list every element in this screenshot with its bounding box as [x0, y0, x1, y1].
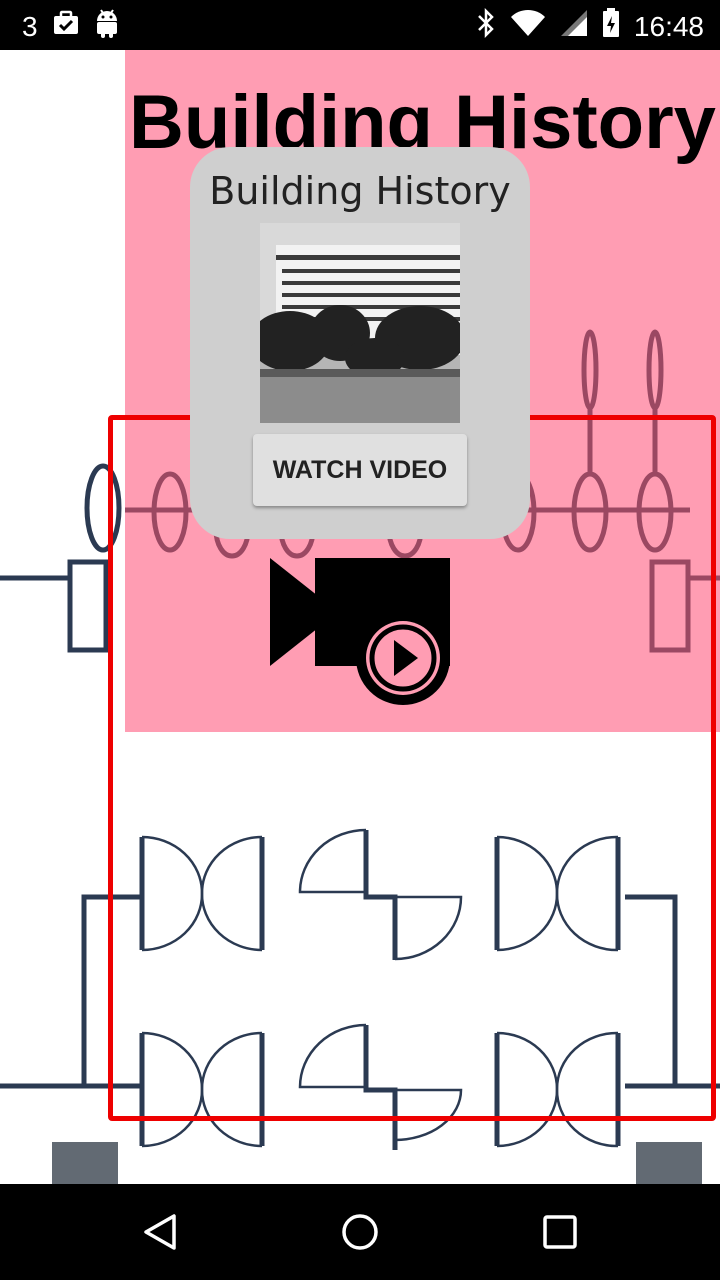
home-icon[interactable] — [332, 1204, 388, 1260]
back-icon[interactable] — [132, 1204, 188, 1260]
wifi-icon — [510, 9, 546, 44]
notification-count: 3 — [22, 10, 38, 42]
cell-signal-icon — [560, 9, 588, 44]
android-icon — [94, 8, 120, 45]
building-history-dialog: Building History WATCH VIDEO — [190, 147, 530, 539]
content-area: Building History Building History WATCH … — [0, 50, 720, 1184]
clock: 16:48 — [633, 10, 704, 42]
recents-icon[interactable] — [532, 1204, 588, 1260]
watch-video-button[interactable]: WATCH VIDEO — [253, 434, 467, 506]
briefcase-check-icon — [52, 10, 80, 43]
dialog-title: Building History — [209, 169, 511, 213]
battery-icon — [602, 8, 620, 45]
bluetooth-icon — [476, 7, 496, 45]
status-bar: 3 16:48 — [0, 0, 720, 50]
navigation-bar — [0, 1184, 720, 1280]
building-photo — [260, 223, 460, 423]
